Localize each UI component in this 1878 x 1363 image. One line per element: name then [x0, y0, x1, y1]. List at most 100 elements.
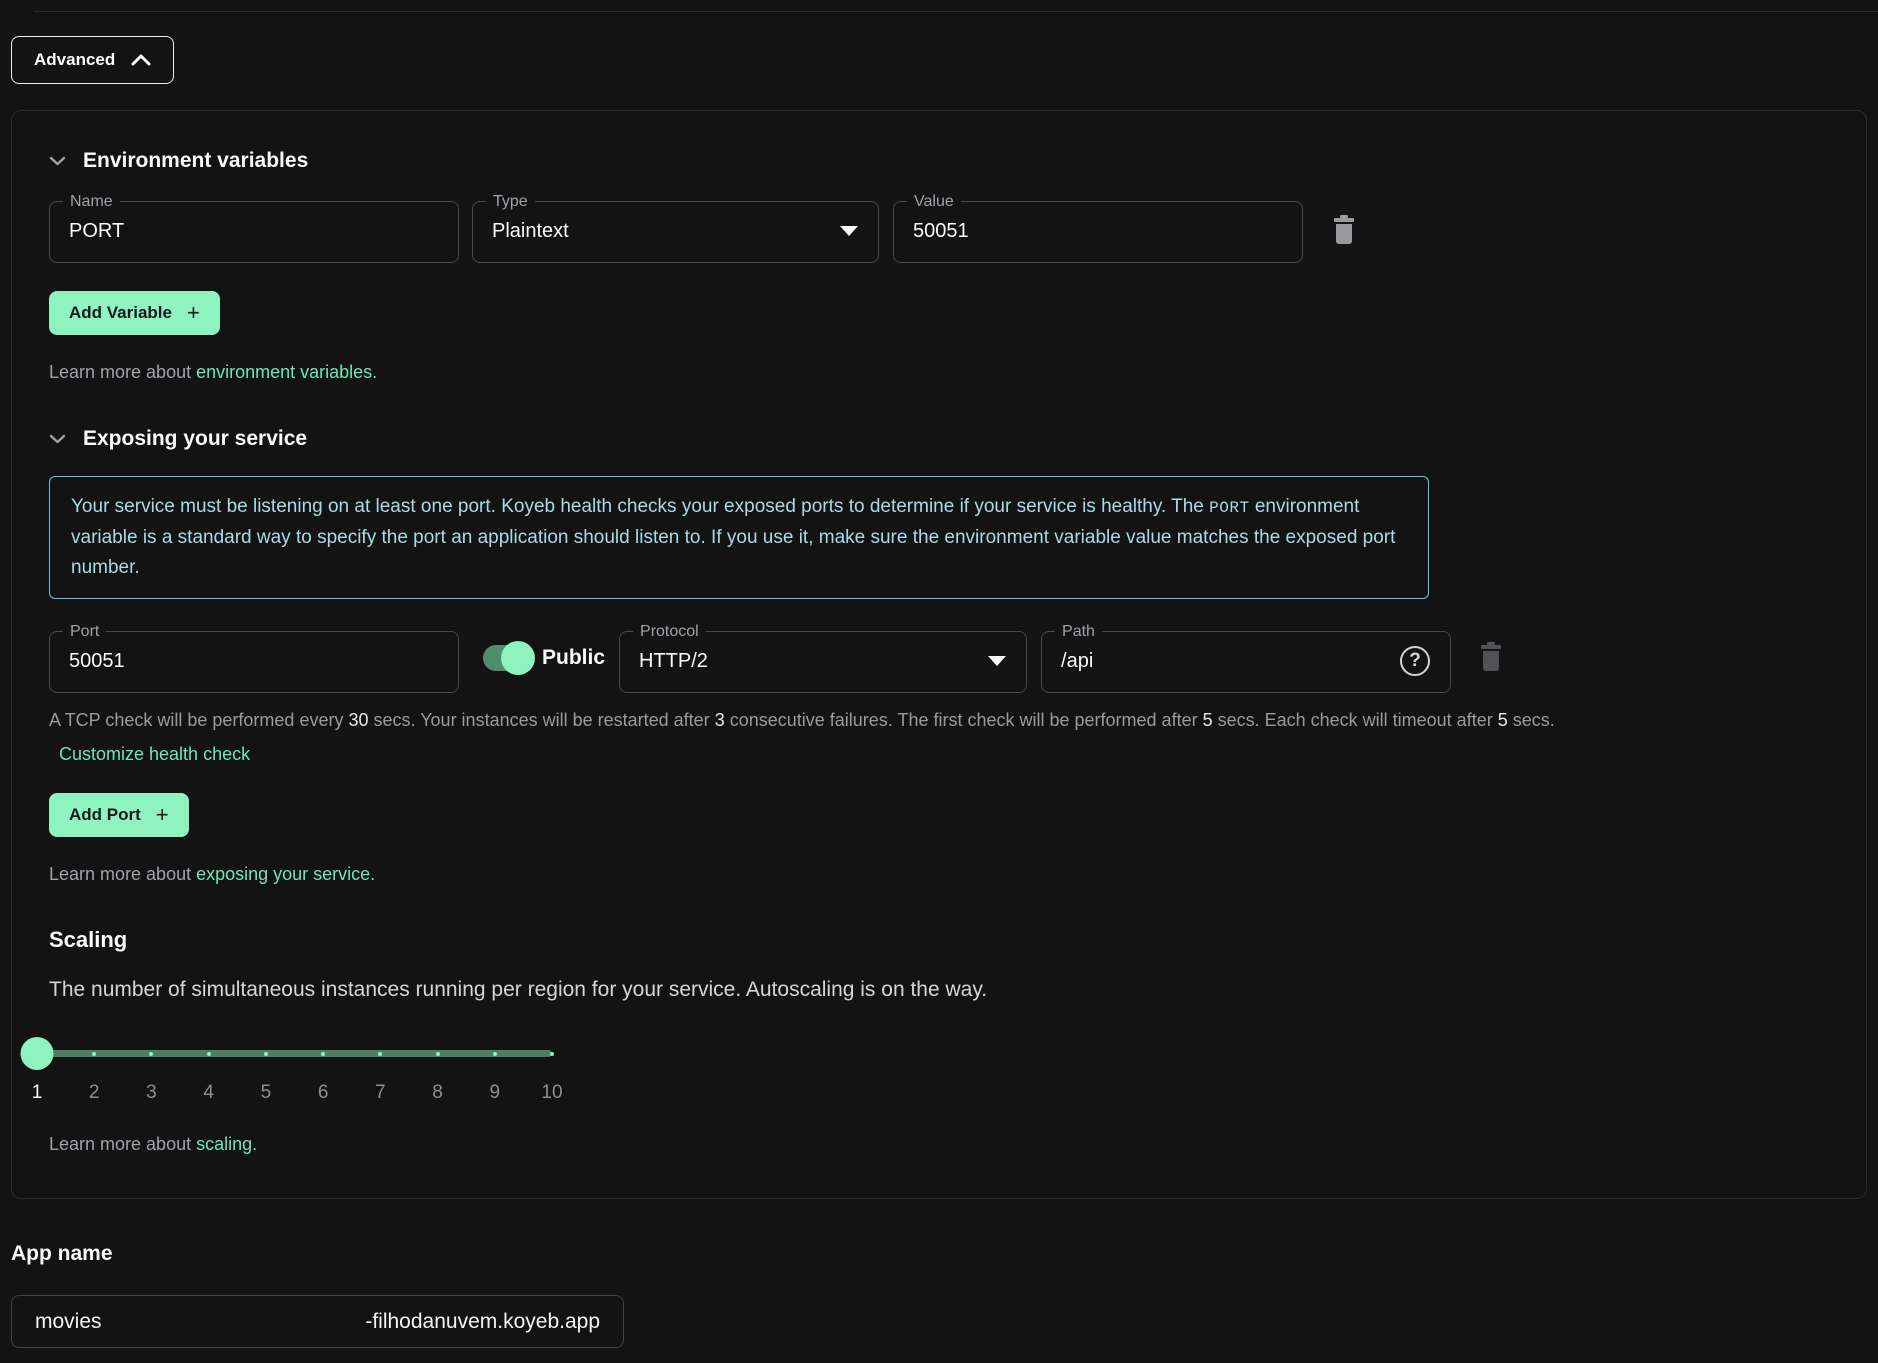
exposing-service-link[interactable]: exposing your service. — [196, 864, 375, 884]
slider-dot — [92, 1052, 96, 1056]
chevron-down-icon — [49, 156, 66, 166]
slider-tick-label: 2 — [89, 1082, 100, 1104]
public-toggle-group: Public — [483, 645, 605, 671]
env-variables-title: Environment variables — [83, 149, 308, 173]
slider-dot — [550, 1052, 554, 1056]
add-port-button[interactable]: Add Port + — [49, 793, 189, 837]
app-name-title: App name — [11, 1242, 1878, 1266]
exposing-service-title: Exposing your service — [83, 427, 307, 451]
public-toggle-label: Public — [542, 646, 605, 670]
dropdown-caret-icon — [840, 226, 858, 236]
slider-dot — [264, 1052, 268, 1056]
health-text: consecutive failures. The first check wi… — [725, 710, 1203, 730]
slider-dot — [436, 1052, 440, 1056]
slider-dot — [493, 1052, 497, 1056]
app-name-domain-suffix: -filhodanuvem.koyeb.app — [365, 1310, 600, 1334]
health-text: secs. — [1508, 710, 1555, 730]
scaling-learn-more: Learn more about scaling. — [49, 1134, 1829, 1155]
port-field[interactable]: Port — [49, 623, 459, 693]
top-divider — [34, 11, 1878, 12]
port-info-callout: Your service must be listening on at lea… — [49, 476, 1429, 599]
app-name-input[interactable] — [35, 1310, 285, 1334]
health-interval-value: 30 — [348, 710, 368, 730]
trash-icon — [1477, 641, 1505, 673]
health-text: A TCP check will be performed every — [49, 710, 348, 730]
plus-icon: + — [187, 305, 200, 321]
delete-port-button[interactable] — [1477, 641, 1505, 676]
variable-name-input[interactable] — [69, 220, 438, 243]
env-learn-more-text: Learn more about — [49, 362, 196, 382]
slider-dot — [321, 1052, 325, 1056]
help-icon[interactable]: ? — [1400, 646, 1430, 676]
add-port-label: Add Port — [69, 805, 141, 825]
public-toggle[interactable] — [483, 645, 533, 671]
protocol-field[interactable]: Protocol HTTP/2 — [619, 623, 1027, 693]
add-variable-label: Add Variable — [69, 303, 172, 323]
env-variable-row: Name Type Plaintext Value — [49, 193, 1829, 263]
variable-value-input[interactable] — [913, 220, 1282, 243]
advanced-label: Advanced — [34, 50, 115, 70]
slider-tick-label: 9 — [489, 1082, 500, 1104]
delete-variable-button[interactable] — [1330, 214, 1358, 249]
health-grace-value: 5 — [1203, 710, 1213, 730]
slider-tick-label: 8 — [432, 1082, 443, 1104]
dropdown-caret-icon — [988, 656, 1006, 666]
port-row: Port Public Protocol HTTP/2 Path ? — [49, 623, 1829, 693]
toggle-knob — [501, 641, 535, 675]
chevron-down-icon — [49, 434, 66, 444]
app-name-field[interactable]: -filhodanuvem.koyeb.app — [11, 1295, 624, 1348]
advanced-accordion-button[interactable]: Advanced — [11, 36, 174, 84]
slider-dot — [378, 1052, 382, 1056]
slider-tick-label: 1 — [32, 1082, 43, 1104]
chevron-up-icon — [131, 54, 151, 66]
variable-name-field[interactable]: Name — [49, 193, 459, 263]
env-learn-more: Learn more about environment variables. — [49, 362, 1829, 383]
health-failures-value: 3 — [715, 710, 725, 730]
add-variable-button[interactable]: Add Variable + — [49, 291, 220, 335]
health-text: secs. Your instances will be restarted a… — [369, 710, 715, 730]
variable-value-field[interactable]: Value — [893, 193, 1303, 263]
slider-dot — [149, 1052, 153, 1056]
variable-type-field[interactable]: Type Plaintext — [472, 193, 879, 263]
exposing-service-section-header[interactable]: Exposing your service — [49, 427, 1829, 451]
slider-tick-label: 5 — [261, 1082, 272, 1104]
variable-type-label: Type — [486, 193, 535, 211]
slider-handle[interactable] — [21, 1037, 54, 1070]
slider-tick-label: 6 — [318, 1082, 329, 1104]
slider-tick-label: 7 — [375, 1082, 386, 1104]
health-text: secs. Each check will timeout after — [1213, 710, 1498, 730]
scaling-learn-more-text: Learn more about — [49, 1134, 196, 1154]
env-variables-link[interactable]: environment variables. — [196, 362, 377, 382]
slider-tick-labels: 1 2 3 4 5 6 7 8 9 10 — [37, 1082, 552, 1104]
info-text-before: Your service must be listening on at lea… — [71, 496, 1209, 517]
trash-icon — [1330, 214, 1358, 246]
scaling-link[interactable]: scaling. — [196, 1134, 257, 1154]
port-label: Port — [63, 623, 106, 641]
slider-tick-label: 4 — [203, 1082, 214, 1104]
scaling-description: The number of simultaneous instances run… — [49, 978, 1829, 1002]
instance-count-slider[interactable] — [37, 1036, 552, 1070]
env-variables-section-header[interactable]: Environment variables — [49, 149, 1829, 173]
health-timeout-value: 5 — [1498, 710, 1508, 730]
slider-tick-label: 10 — [541, 1082, 562, 1104]
path-field[interactable]: Path ? — [1041, 623, 1451, 693]
port-input[interactable] — [69, 650, 438, 673]
protocol-selected-value: HTTP/2 — [639, 650, 708, 673]
path-input[interactable] — [1061, 650, 1361, 673]
variable-name-label: Name — [63, 193, 120, 211]
port-code-token: PORT — [1209, 499, 1249, 517]
path-label: Path — [1055, 623, 1102, 641]
health-check-note: A TCP check will be performed every 30 s… — [49, 710, 1829, 731]
exposing-learn-more-text: Learn more about — [49, 864, 196, 884]
advanced-settings-panel: Environment variables Name Type Plaintex… — [11, 110, 1867, 1199]
variable-type-selected-value: Plaintext — [492, 220, 569, 243]
exposing-learn-more: Learn more about exposing your service. — [49, 864, 1829, 885]
scaling-title: Scaling — [49, 927, 1829, 953]
customize-health-check-link[interactable]: Customize health check — [59, 744, 250, 765]
slider-tick-label: 3 — [146, 1082, 157, 1104]
slider-dot — [207, 1052, 211, 1056]
variable-value-label: Value — [907, 193, 961, 211]
slider-track[interactable] — [37, 1050, 552, 1057]
plus-icon: + — [156, 807, 169, 823]
protocol-label: Protocol — [633, 623, 706, 641]
